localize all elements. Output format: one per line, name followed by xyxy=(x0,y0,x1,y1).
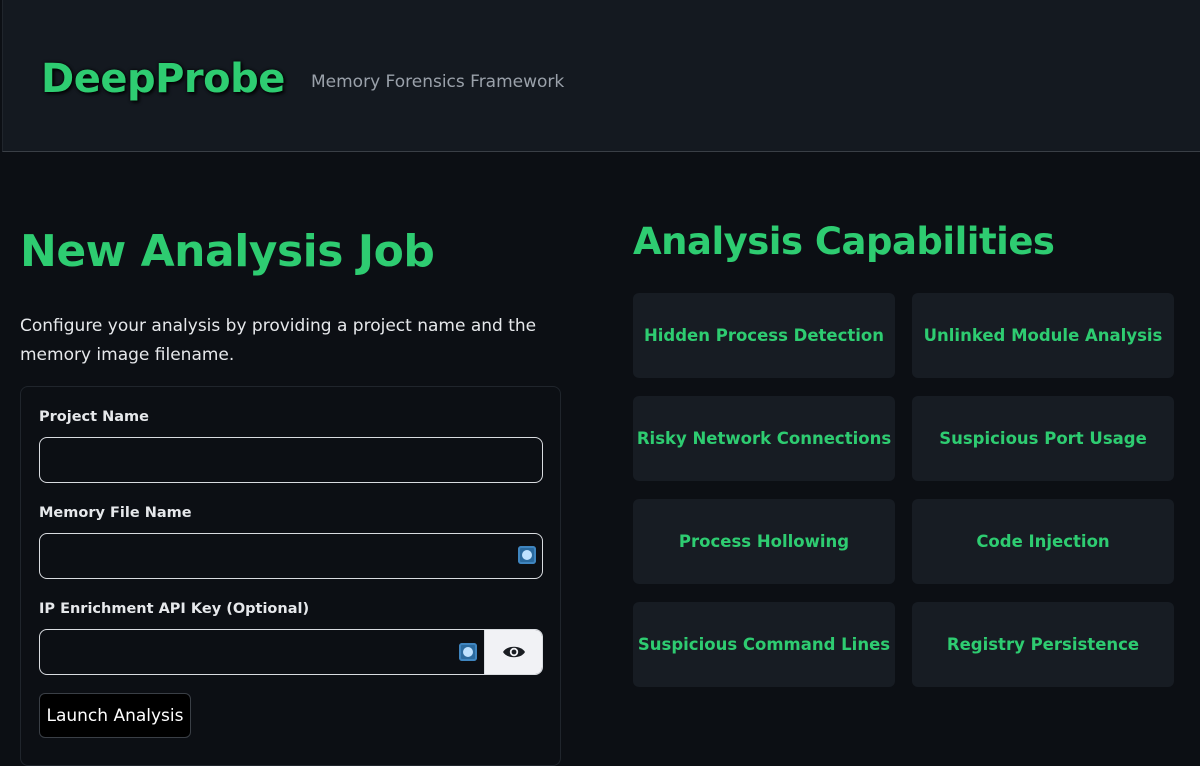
api-key-input[interactable] xyxy=(40,630,484,674)
capabilities-grid: Hidden Process Detection Unlinked Module… xyxy=(633,293,1174,687)
capability-card: Code Injection xyxy=(912,499,1174,584)
brand-logo-text: DeepProbe xyxy=(41,56,285,102)
capability-card: Hidden Process Detection xyxy=(633,293,895,378)
capability-card: Suspicious Port Usage xyxy=(912,396,1174,481)
capability-card: Unlinked Module Analysis xyxy=(912,293,1174,378)
project-name-input[interactable] xyxy=(39,437,543,483)
capability-card: Risky Network Connections xyxy=(633,396,895,481)
memory-file-label: Memory File Name xyxy=(39,505,192,521)
analysis-form: Project Name Memory File Name IP Enrichm… xyxy=(20,386,561,766)
launch-analysis-button[interactable]: Launch Analysis xyxy=(39,693,191,738)
memory-file-input[interactable] xyxy=(39,533,543,579)
autofill-icon[interactable] xyxy=(518,546,536,564)
toggle-visibility-button[interactable] xyxy=(484,630,542,674)
project-name-label: Project Name xyxy=(39,409,149,425)
job-description: Configure your analysis by providing a p… xyxy=(20,316,537,365)
app-header: DeepProbe Memory Forensics Framework xyxy=(2,0,1200,152)
capability-card: Suspicious Command Lines xyxy=(633,602,895,687)
capability-card: Registry Persistence xyxy=(912,602,1174,687)
eye-icon xyxy=(503,646,525,658)
capability-card: Process Hollowing xyxy=(633,499,895,584)
api-key-field xyxy=(39,629,543,675)
brand-tagline: Memory Forensics Framework xyxy=(311,72,565,92)
capabilities-title: Analysis Capabilities xyxy=(633,220,1055,263)
job-title: New Analysis Job xyxy=(20,226,435,277)
api-key-label: IP Enrichment API Key (Optional) xyxy=(39,601,310,617)
autofill-icon[interactable] xyxy=(459,643,477,661)
